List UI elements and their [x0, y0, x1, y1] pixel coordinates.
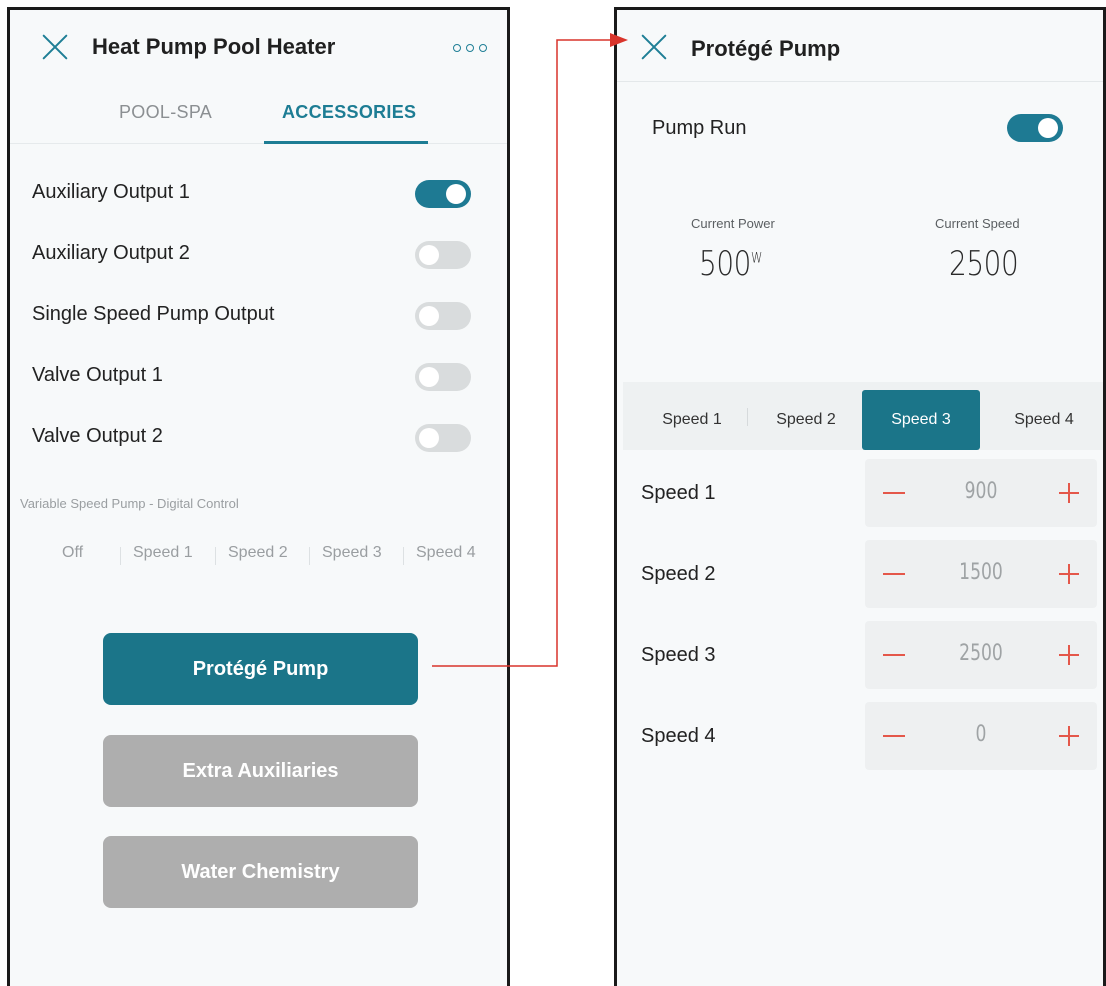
arrowhead-icon	[610, 33, 628, 47]
connector-line	[432, 39, 612, 667]
navigation-connector-arrow	[432, 33, 628, 667]
